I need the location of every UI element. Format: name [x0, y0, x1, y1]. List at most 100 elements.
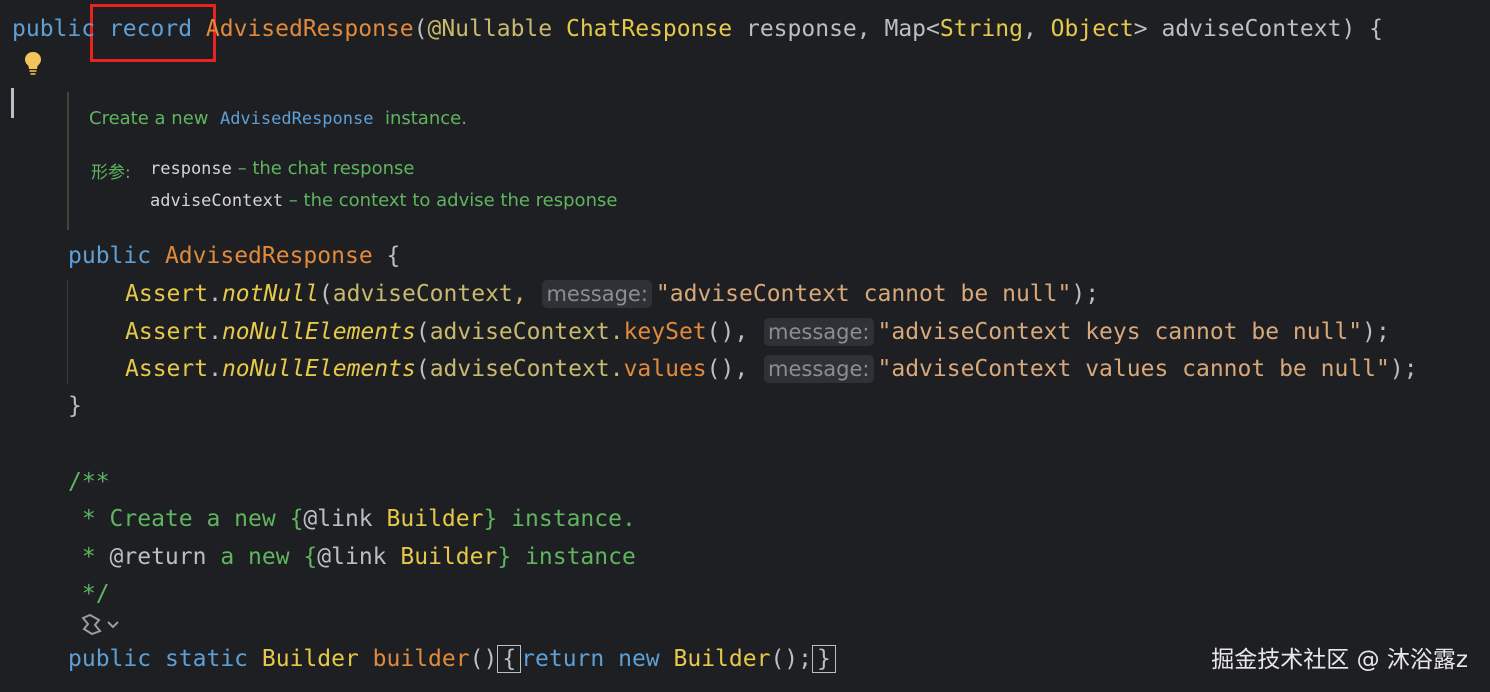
string-literal: "adviseContext values cannot be null": [877, 356, 1390, 382]
type-builder: Builder: [673, 646, 771, 672]
doc-text: *: [68, 544, 110, 570]
paren-open: (: [413, 16, 428, 42]
doc-link-tag: @link: [317, 544, 387, 570]
line1-tail: ) {: [1341, 16, 1384, 42]
inlay-hint-message: message:: [764, 318, 874, 346]
arg-advisecontext: adviseContext,: [332, 281, 541, 307]
kw-public: public: [68, 646, 152, 672]
record-name: AdvisedResponse: [205, 16, 414, 42]
rendered-doc-bar: [67, 92, 69, 230]
kw-public: public: [68, 243, 152, 269]
doc-create-suffix: instance.: [379, 108, 467, 129]
statement-end: );: [1362, 319, 1390, 345]
paren-open: (: [415, 356, 430, 382]
doc-param1-name: response: [150, 159, 232, 179]
javadoc-close[interactable]: */: [68, 579, 110, 609]
javadoc-line1[interactable]: * Create a new {@link Builder} instance.: [68, 504, 636, 534]
folded-close-brace[interactable]: }: [812, 645, 836, 673]
assert-class: Assert: [125, 319, 209, 345]
doc-text: instance.: [497, 506, 636, 532]
kw-static: static: [151, 646, 262, 672]
dot: .: [208, 319, 222, 345]
arg-advisecontext: adviseContext.: [429, 319, 624, 345]
doc-link-advisedresponse[interactable]: AdvisedResponse: [220, 109, 374, 129]
inlay-hint-message: message:: [764, 355, 874, 383]
method-builder: builder: [372, 646, 470, 672]
doc-create-prefix: Create a new: [89, 108, 215, 129]
statement-end: );: [1071, 281, 1100, 307]
doc-param2-desc: – the context to advise the response: [283, 190, 618, 211]
rendered-doc-summary: Create a new AdvisedResponse instance.: [89, 108, 467, 129]
generic-close: >: [1133, 16, 1162, 42]
doc-param2-name: adviseContext: [150, 191, 284, 211]
compact-constructor-line[interactable]: public AdvisedResponse {: [68, 241, 400, 271]
javadoc-open[interactable]: /**: [68, 467, 110, 497]
assert-keys-line[interactable]: Assert.noNullElements(adviseContext.keyS…: [125, 317, 1390, 347]
doc-text: a new: [206, 544, 304, 570]
record-declaration-line[interactable]: public record AdvisedResponse(@Nullable …: [12, 14, 1383, 44]
doc-brace-open: {: [303, 544, 318, 570]
dot: .: [208, 356, 222, 382]
method-nonullelements: noNullElements: [221, 356, 416, 382]
lightbulb-icon[interactable]: [22, 50, 44, 76]
paren-open: (: [318, 281, 333, 307]
string-literal: "adviseContext cannot be null": [655, 281, 1072, 307]
doc-link-builder: Builder: [386, 506, 484, 532]
type-chatresponse: ChatResponse: [565, 16, 733, 42]
kw-return: return: [521, 646, 605, 672]
parens: (): [469, 646, 498, 672]
assert-notnull-line[interactable]: Assert.notNull(adviseContext, message: "a…: [125, 279, 1099, 309]
type-object: Object: [1050, 16, 1134, 42]
doc-text: * Create a new: [68, 506, 290, 532]
nullable-annotation: @Nullable: [427, 16, 553, 42]
doc-param1-desc: – the chat response: [231, 158, 415, 179]
dot: .: [208, 281, 222, 307]
param-response: response,: [732, 16, 885, 42]
doc-params-label: 形参:: [91, 163, 131, 183]
doc-brace-open: {: [289, 506, 304, 532]
method-nonullelements: noNullElements: [221, 319, 416, 345]
fold-arrow-icon[interactable]: [80, 612, 120, 638]
arg-advisecontext: adviseContext.: [429, 356, 624, 382]
javadoc-line2[interactable]: * @return a new {@link Builder} instance: [68, 542, 636, 572]
param-advisecontext: adviseContext: [1161, 16, 1342, 42]
assert-class: Assert: [125, 356, 209, 382]
comma: ,: [1022, 16, 1051, 42]
ctor-close-brace[interactable]: }: [68, 391, 82, 421]
assert-class: Assert: [125, 281, 209, 307]
statement-end: );: [1389, 356, 1418, 382]
watermark: 掘金技术社区 @ 沐浴露z: [1211, 647, 1468, 673]
doc-space: [373, 506, 387, 532]
paren-open: (: [415, 319, 430, 345]
kw-record: record: [108, 16, 193, 42]
call-tail: (),: [706, 319, 763, 345]
ctor-brace: {: [372, 243, 401, 269]
call-tail: (),: [706, 356, 763, 382]
doc-link-tag: @link: [303, 506, 373, 532]
doc-brace-close: }: [483, 506, 498, 532]
builder-method-line[interactable]: public static Builder builder(){return n…: [68, 644, 836, 674]
indent-guide: [67, 280, 68, 384]
kw-new: new: [604, 646, 674, 672]
method-values: values: [623, 356, 707, 382]
return-type-builder: Builder: [261, 646, 359, 672]
text-caret: [11, 88, 14, 118]
inlay-hint-message: message:: [542, 280, 652, 308]
type-string: String: [939, 16, 1023, 42]
doc-return-tag: @return: [109, 544, 207, 570]
method-keyset: keySet: [623, 319, 707, 345]
folded-open-brace[interactable]: {: [497, 645, 522, 673]
assert-values-line[interactable]: Assert.noNullElements(adviseContext.valu…: [125, 354, 1418, 384]
doc-link-builder: Builder: [400, 544, 498, 570]
string-literal: "adviseContext keys cannot be null": [877, 319, 1363, 345]
type-map: Map<: [884, 16, 940, 42]
doc-text: instance: [511, 544, 636, 570]
ctor-name: AdvisedResponse: [164, 243, 373, 269]
method-notnull: notNull: [221, 281, 319, 307]
doc-param-advisecontext: adviseContext – the context to advise th…: [150, 190, 617, 211]
doc-param-response: response – the chat response: [150, 158, 414, 179]
statement-end: ();: [770, 646, 812, 672]
doc-brace-close: }: [497, 544, 512, 570]
kw-public: public: [12, 16, 96, 42]
